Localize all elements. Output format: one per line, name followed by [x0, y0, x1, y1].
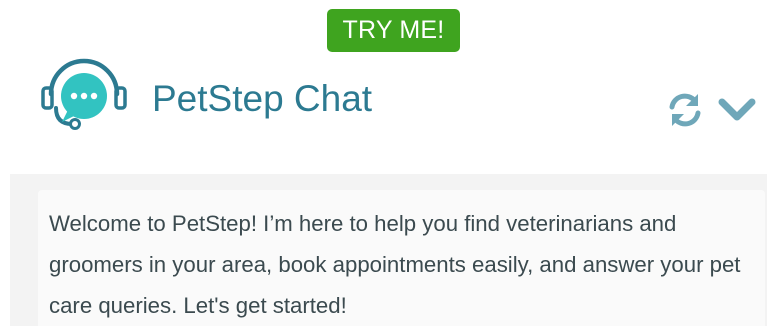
chat-title: PetStep Chat [152, 78, 373, 119]
headset-chat-bubble-icon [38, 52, 132, 136]
chat-widget: TRY ME! PetStep Chat Welcome to PetStep!… [0, 0, 767, 326]
chat-messages-area: Welcome to PetStep! I’m here to help you… [10, 174, 767, 326]
chat-header: PetStep Chat [0, 52, 767, 172]
refresh-button[interactable] [665, 90, 705, 130]
try-me-badge[interactable]: TRY ME! [327, 9, 460, 52]
chevron-down-icon [718, 98, 756, 121]
header-actions [665, 90, 761, 130]
refresh-icon [669, 93, 701, 127]
message-text: Welcome to PetStep! I’m here to help you… [49, 211, 741, 318]
bot-message-bubble: Welcome to PetStep! I’m here to help you… [38, 190, 765, 326]
collapse-button[interactable] [717, 90, 757, 130]
